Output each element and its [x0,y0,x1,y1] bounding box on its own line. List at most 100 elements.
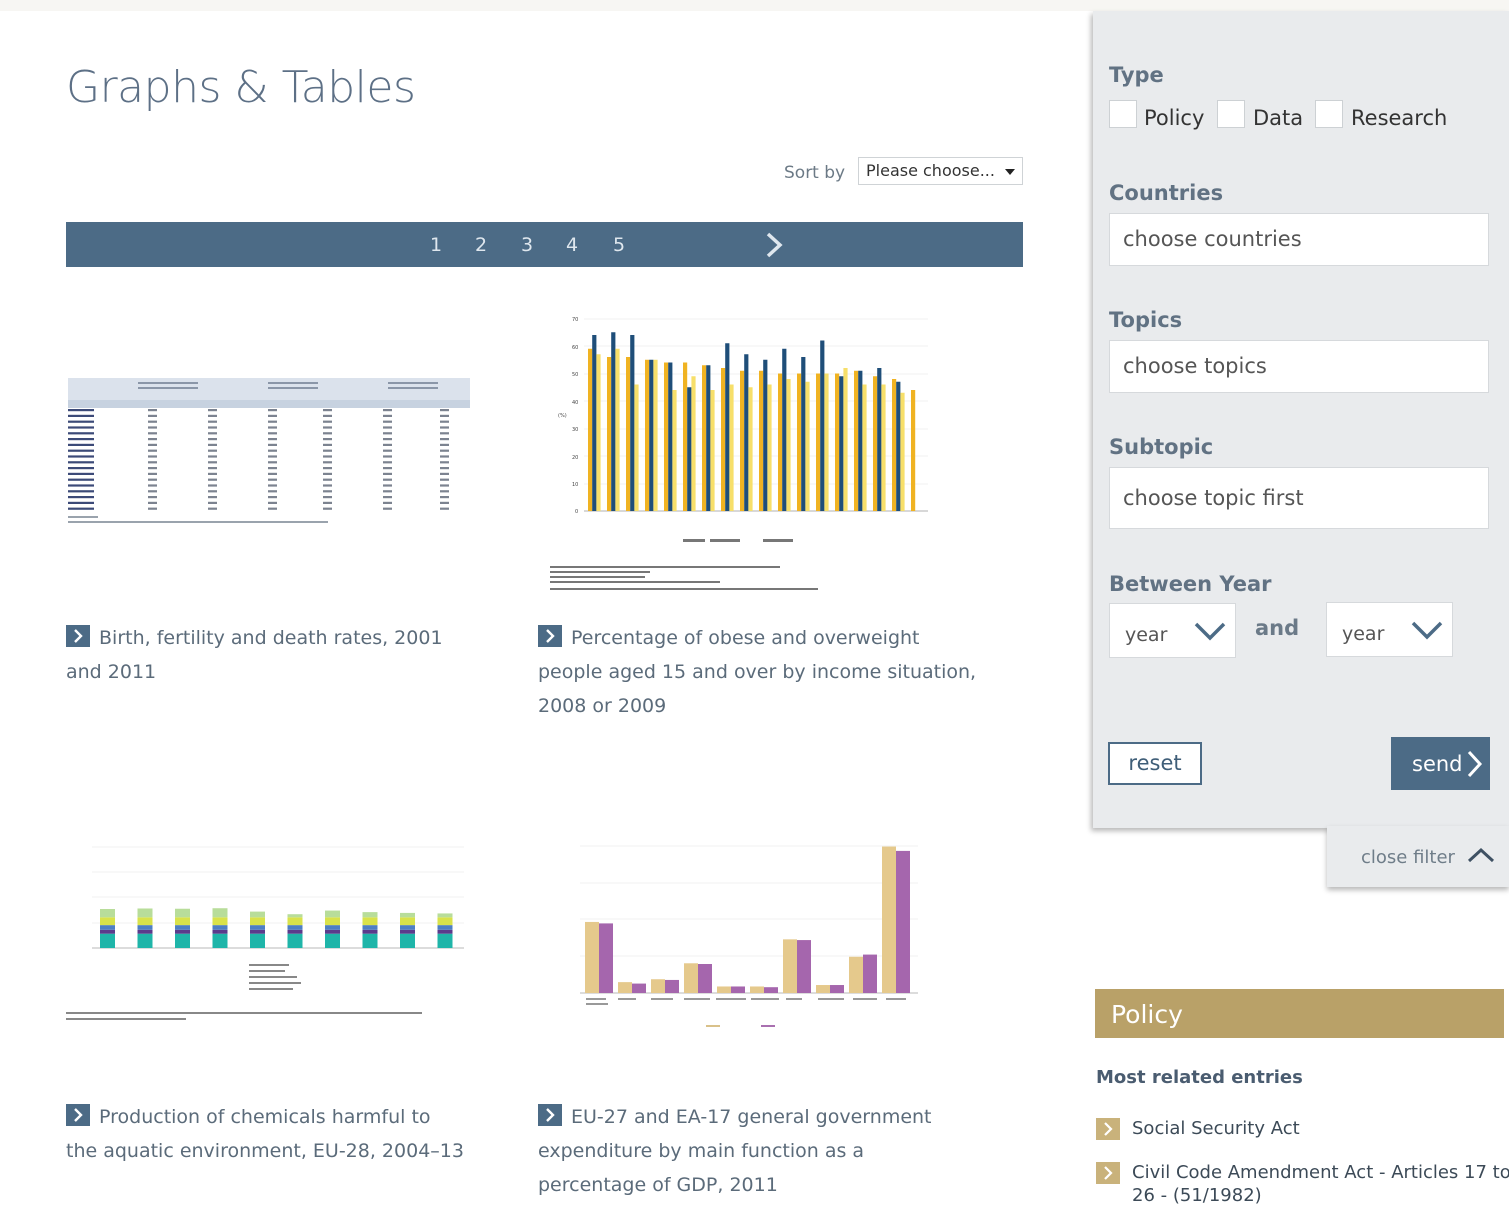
table-cell [148,420,157,423]
bar-fifth-quintile [900,392,905,511]
table-row-label [68,432,94,435]
table-cell [148,501,157,504]
checkbox-policy-label[interactable]: Policy [1144,106,1204,130]
table-cell [323,443,332,446]
page-link-1[interactable]: 1 [430,234,442,256]
page-link-3[interactable]: 3 [521,234,533,256]
sort-select[interactable]: Please choose... [858,157,1023,185]
top-band [0,0,1509,11]
year-to-value: year [1342,623,1385,645]
subtopic-input[interactable]: choose topic first [1109,467,1489,529]
checkbox-policy[interactable] [1109,100,1137,128]
table-cell [148,490,157,493]
table-cell [440,455,449,458]
page-title: Graphs & Tables [66,62,416,113]
card-title-1[interactable]: Birth, fertility and death rates, 2001 a… [66,621,466,689]
bar-ea17 [585,921,599,993]
bar-total [816,373,821,511]
bar-fifth-quintile [729,384,734,511]
table-cell [268,409,277,412]
stacked-bar-segment [137,929,153,934]
table-cell [148,449,157,452]
stacked-bar-segment [287,917,303,926]
table-row-label [68,467,94,470]
table-cell [383,467,392,470]
filter-panel [1093,11,1509,828]
bar-eu27 [797,940,811,993]
bar-fifth-quintile [653,359,658,511]
table-cell [148,443,157,446]
table-cell [323,438,332,441]
stacked-bar-segment [212,925,228,930]
chemicals-chart-thumbnail[interactable] [66,840,466,1025]
stacked-bar-segment [362,925,378,930]
table-cell [208,478,217,481]
bar-first-quintile [858,370,863,511]
bar-total [683,362,688,511]
svg-text:30: 30 [572,427,578,433]
year-from-select[interactable]: year [1109,603,1236,658]
page-link-5[interactable]: 5 [613,234,625,256]
checkbox-research[interactable] [1315,100,1343,128]
close-filter-toggle[interactable]: close filter [1327,826,1509,887]
stacked-bar-segment [287,925,303,930]
table-row-label [68,409,94,412]
related-entry-1[interactable]: Social Security Act [1096,1117,1506,1141]
card-title-3[interactable]: Production of chemicals harmful to the a… [66,1100,466,1168]
table-cell [208,496,217,499]
countries-heading: Countries [1109,181,1224,205]
bar-total [588,348,593,511]
table-cell [208,484,217,487]
checkbox-data-label[interactable]: Data [1253,106,1303,130]
pagination-bar: 1 2 3 4 5 [66,222,1023,267]
chevron-right-icon [1467,750,1483,778]
related-entry-2[interactable]: Civil Code Amendment Act - Articles 17 t… [1096,1161,1509,1209]
table-row-label [68,490,94,493]
bar-fifth-quintile [691,376,696,511]
bar-eu27 [632,983,646,993]
table-cell [208,501,217,504]
table-cell [383,438,392,441]
stacked-bar-segment [437,917,453,926]
countries-input[interactable]: choose countries [1109,213,1489,266]
card-title-2[interactable]: Percentage of obese and overweight peopl… [538,621,978,723]
table-cell [208,455,217,458]
stacked-bar-segment [137,925,153,930]
related-entry-text: Social Security Act [1132,1118,1300,1139]
card-title-text: Percentage of obese and overweight peopl… [538,627,977,717]
topics-input[interactable]: choose topics [1109,340,1489,393]
bar-fifth-quintile [824,373,829,511]
policy-heading-bar: Policy [1095,989,1504,1038]
stacked-bar-segment [362,933,378,948]
table-cell [323,496,332,499]
expenditure-chart-thumbnail[interactable] [556,833,921,1033]
table-cell [440,438,449,441]
page-link-2[interactable]: 2 [475,234,487,256]
checkbox-research-label[interactable]: Research [1351,106,1447,130]
table-cell [323,414,332,417]
year-to-select[interactable]: year [1326,602,1453,657]
card-title-4[interactable]: EU-27 and EA-17 general government expen… [538,1100,978,1202]
reset-button[interactable]: reset [1108,742,1202,785]
stacked-bar-segment [212,929,228,934]
checkbox-data[interactable] [1217,100,1245,128]
stacked-bar-segment [287,933,303,948]
obesity-chart-thumbnail[interactable]: 70 60 50 40 30 20 10 0 (%) [550,314,930,599]
table-cell [268,438,277,441]
chevron-down-icon [1411,621,1443,640]
table-cell [268,490,277,493]
send-button[interactable]: send [1391,737,1490,790]
bar-fifth-quintile [881,384,886,511]
chevron-right-icon[interactable] [763,231,785,259]
page-link-4[interactable]: 4 [566,234,578,256]
bar-total [911,390,916,511]
table-cell [383,455,392,458]
stacked-bar-segment [175,908,190,918]
table-row-label [68,443,94,446]
bar-ea17 [651,979,665,993]
table-cell [323,467,332,470]
table-row-label [68,414,94,417]
table-thumbnail[interactable] [68,378,470,526]
svg-text:20: 20 [572,455,578,461]
bar-fifth-quintile [672,390,677,511]
